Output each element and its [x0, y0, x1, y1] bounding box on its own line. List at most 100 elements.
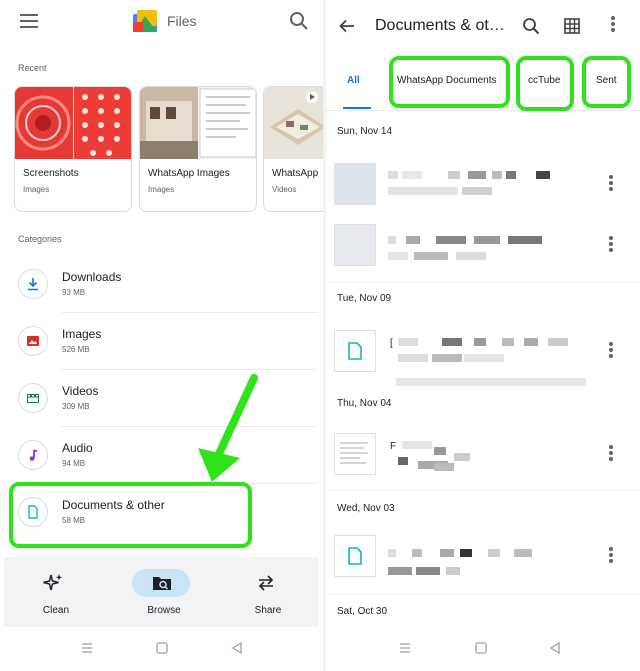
blurred-file-name: [388, 539, 578, 575]
app-title: Files: [167, 13, 197, 29]
category-title: Audio: [62, 441, 93, 455]
page-title: Documents & ot…: [375, 17, 505, 34]
home-square-icon[interactable]: [474, 641, 488, 655]
category-images[interactable]: Images 526 MB: [0, 313, 324, 370]
category-downloads[interactable]: Downloads 93 MB: [0, 256, 324, 313]
file-thumbnail: [334, 163, 376, 205]
file-thumbnail: [334, 535, 376, 577]
more-options-icon[interactable]: [608, 342, 614, 360]
blurred-file-name: [388, 167, 578, 201]
recent-section-label: Recent: [18, 63, 47, 73]
category-size: 526 MB: [62, 345, 90, 354]
nav-clean[interactable]: Clean: [6, 557, 106, 627]
category-audio[interactable]: Audio 94 MB: [0, 427, 324, 484]
file-row[interactable]: [326, 527, 640, 587]
nav-share[interactable]: Share: [218, 557, 318, 627]
document-preview-image: [340, 442, 368, 464]
date-header: Sat, Oct 30: [337, 606, 388, 617]
top-app-bar: Files: [0, 0, 324, 44]
system-nav-bar: [326, 627, 640, 671]
swap-arrows-icon: [258, 575, 274, 591]
highlight-sent-tab: [582, 56, 631, 108]
download-icon: [18, 269, 48, 299]
category-size: 309 MB: [62, 402, 90, 411]
grid-view-icon[interactable]: [564, 18, 580, 34]
divider: [326, 490, 640, 491]
category-size: 94 MB: [62, 459, 86, 468]
system-nav-bar: [0, 627, 324, 671]
back-triangle-icon[interactable]: [548, 641, 562, 655]
documents-screen: Documents & ot… All WhatsApp Documents c…: [326, 0, 640, 671]
recent-card-subtitle: Videos: [272, 185, 297, 194]
blurred-file-name: [388, 228, 578, 262]
recent-card-whatsapp-images[interactable]: WhatsApp Images Images: [139, 86, 257, 212]
sparkle-icon: [43, 574, 63, 591]
more-options-icon[interactable]: [610, 16, 616, 36]
browse-icon: [153, 577, 171, 590]
screenshot-thumbnail: [15, 87, 131, 159]
file-row[interactable]: [326, 216, 640, 276]
bottom-navigation-bar: Clean Browse Share: [4, 557, 318, 627]
recent-card-title: WhatsApp Images: [148, 168, 230, 179]
more-options-icon[interactable]: [608, 547, 614, 565]
document-icon: [348, 342, 362, 360]
date-header: Tue, Nov 09: [337, 293, 392, 304]
date-header: Sun, Nov 14: [337, 126, 393, 137]
more-options-icon[interactable]: [608, 175, 614, 193]
top-app-bar: Documents & ot…: [326, 0, 640, 52]
video-icon: [18, 383, 48, 413]
date-header: Thu, Nov 04: [337, 398, 392, 409]
category-title: Images: [62, 327, 102, 341]
file-name: [: [390, 338, 393, 349]
blurred-file-name: [398, 437, 588, 471]
search-icon[interactable]: [522, 17, 540, 35]
date-header: Wed, Nov 03: [337, 503, 395, 514]
highlight-whatsapp-documents-tab: [389, 56, 510, 108]
more-options-icon[interactable]: [608, 236, 614, 254]
recent-card-subtitle: Images: [23, 185, 50, 194]
hamburger-menu-icon[interactable]: [20, 14, 38, 28]
blurred-detail: [396, 378, 586, 386]
categories-section-label: Categories: [18, 234, 62, 244]
phone-homescreen-image: [82, 94, 120, 156]
category-videos[interactable]: Videos 309 MB: [0, 370, 324, 427]
file-thumbnail: [334, 330, 376, 372]
home-square-icon[interactable]: [155, 641, 169, 655]
file-row[interactable]: [326, 155, 640, 215]
music-note-icon: [18, 440, 48, 470]
building-and-document-image: [140, 87, 256, 159]
blurred-file-name: [398, 334, 588, 368]
whatsapp-images-thumbnail: [140, 87, 256, 159]
active-tab-indicator: [343, 107, 371, 109]
green-arrow-annotation: [198, 374, 258, 482]
red-swirl-wallpaper-image: [15, 95, 71, 151]
highlight-cctube-tab: [516, 56, 574, 111]
back-arrow-icon[interactable]: [338, 17, 356, 35]
file-row[interactable]: [: [326, 322, 640, 382]
divider: [326, 282, 640, 283]
recent-card-title: WhatsApp: [272, 168, 319, 179]
recent-card-whatsapp-videos[interactable]: WhatsApp Videos: [263, 86, 324, 212]
nav-label: Browse: [147, 605, 181, 616]
tab-all[interactable]: All: [347, 75, 360, 86]
files-browse-screen: Files Recent Screenshots Images WhatsApp…: [0, 0, 324, 671]
recents-menu-icon[interactable]: [398, 641, 412, 655]
file-row[interactable]: F: [326, 425, 640, 485]
document-icon: [348, 547, 362, 565]
image-icon: [18, 326, 48, 356]
search-icon[interactable]: [289, 11, 309, 31]
recents-menu-icon[interactable]: [80, 641, 94, 655]
recent-card-screenshots[interactable]: Screenshots Images: [14, 86, 132, 212]
floor-plan-image: [270, 91, 324, 145]
recent-card-title: Screenshots: [23, 168, 79, 179]
files-logo-icon: [133, 10, 157, 32]
nav-label: Share: [254, 605, 282, 616]
whatsapp-video-thumbnail: [264, 87, 324, 159]
recent-card-subtitle: Images: [148, 185, 175, 194]
divider: [326, 110, 640, 111]
category-title: Downloads: [62, 270, 122, 284]
divider: [326, 594, 640, 595]
nav-browse[interactable]: Browse: [114, 557, 214, 627]
back-triangle-icon[interactable]: [230, 641, 244, 655]
more-options-icon[interactable]: [608, 445, 614, 463]
